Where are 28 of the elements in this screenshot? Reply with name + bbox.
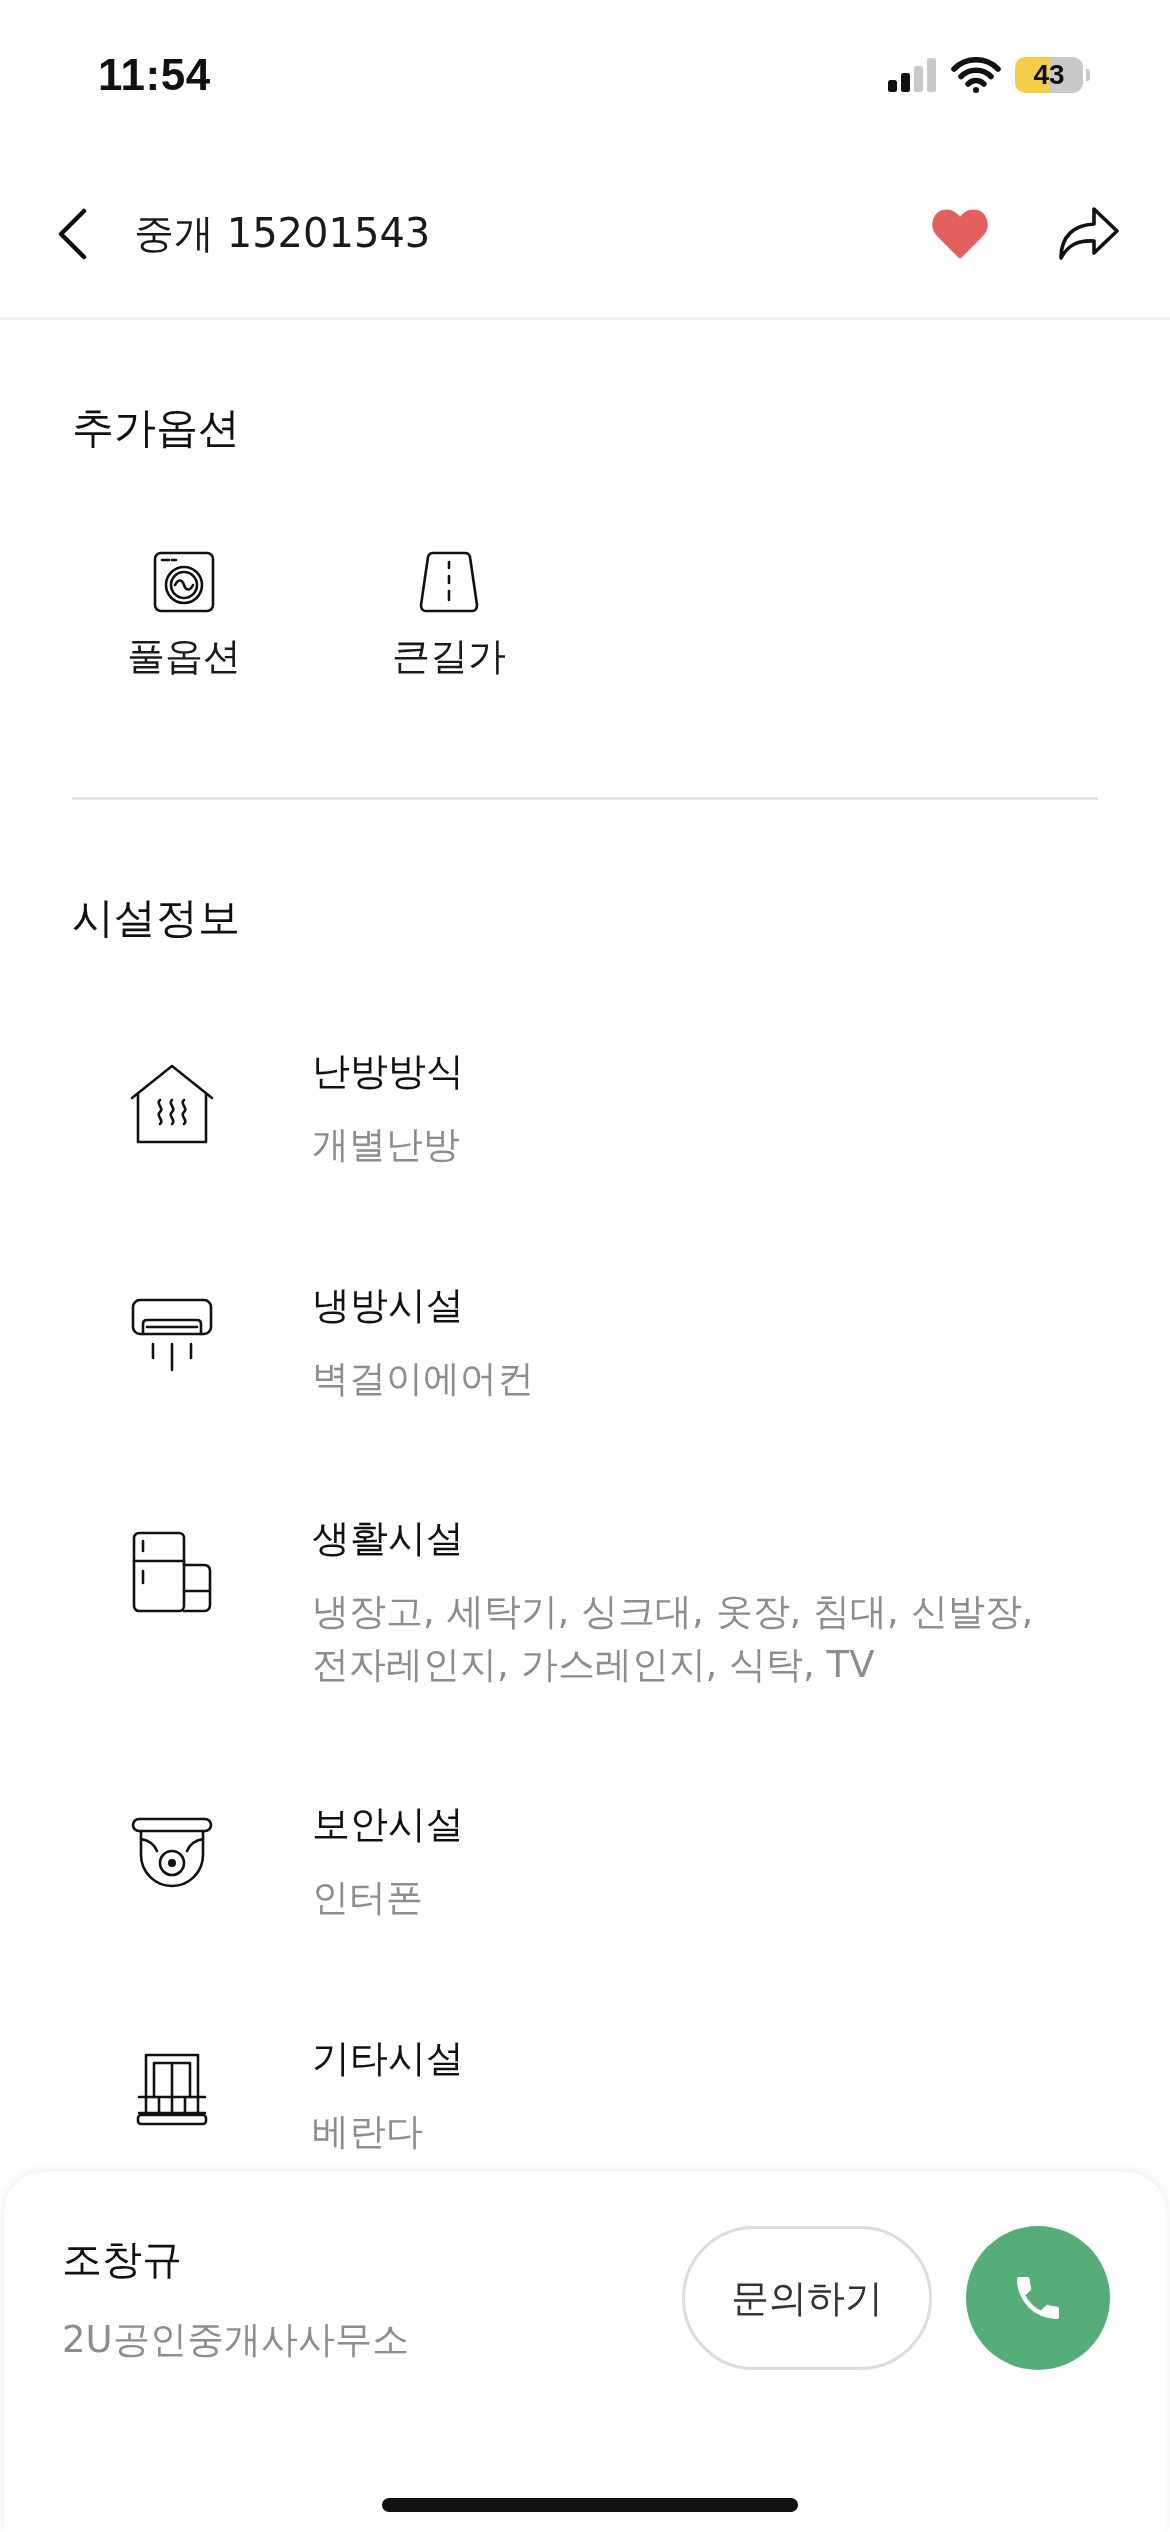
air-conditioner-icon [131,1297,213,1372]
facility-value: 개별난방 [312,1122,461,1168]
agent-name: 조창규 [62,2234,183,2284]
facility-title: 생활시설 [312,1515,465,1563]
inquiry-button[interactable]: 문의하기 [682,2226,932,2370]
option-label: 풀옵션 [127,633,241,680]
page-title: 중개 15201543 [134,209,432,258]
heart-button[interactable] [932,208,988,259]
washing-machine-icon [153,551,215,613]
facility-value: 냉장고, 세탁기, 싱크대, 옷장, 침대, 신발장, 전자레인지, 가스레인지, 식탁, TV [312,1589,1035,1688]
signal-icon [887,58,937,92]
section-title: 추가옵션 [72,402,241,454]
road-icon [418,551,480,613]
office-name: 2U공인중개사사무소 [62,2316,410,2363]
facility-title: 난방방식 [312,1048,465,1095]
house-heat-icon [130,1064,214,1144]
facility-value: 인터폰 [312,1875,424,1922]
section-title: 시설정보 [72,892,241,944]
option-label: 큰길가 [392,633,506,680]
wifi-icon [951,57,1001,93]
status-time: 11:54 [98,50,211,100]
share-button[interactable] [1058,205,1120,262]
facility-title: 냉방시설 [312,1281,465,1329]
facility-value: 벽걸이에어컨 [312,1355,535,1402]
facility-title: 보안시설 [312,1801,465,1849]
facility-value: 베란다 [312,2108,424,2155]
facility-title: 기타시설 [312,2034,465,2082]
refrigerator-icon [132,1531,212,1614]
